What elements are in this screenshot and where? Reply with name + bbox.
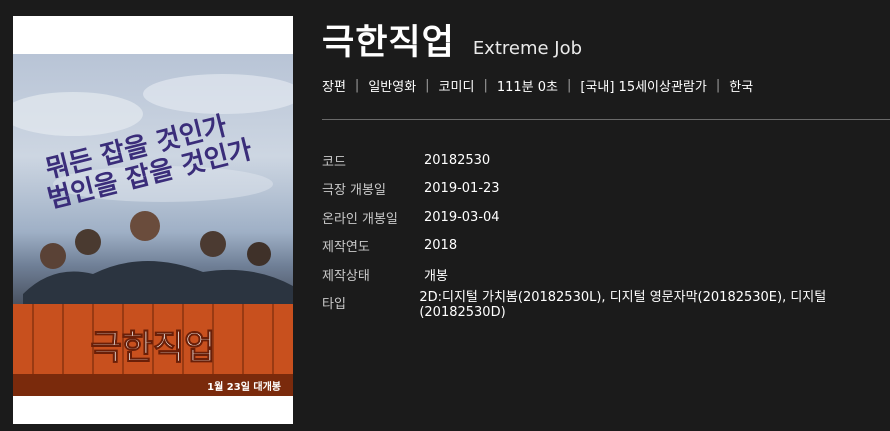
detail-value: 개봉 (424, 268, 448, 284)
detail-label: 타입 (322, 297, 346, 313)
detail-value: 2019-01-23 (424, 181, 500, 197)
movie-details: 코드 20182530 극장 개봉일 2019-01-23 온라인 개봉일 20… (322, 146, 890, 320)
detail-row-theater-release: 극장 개봉일 2019-01-23 (322, 175, 890, 204)
meta-genre: 코미디 (438, 80, 475, 95)
detail-row-online-release: 온라인 개봉일 2019-03-04 (322, 203, 890, 232)
detail-label: 제작연도 (322, 240, 370, 256)
movie-title-english: Extreme Job (472, 38, 583, 59)
detail-label: 제작상태 (322, 268, 370, 284)
detail-label: 극장 개봉일 (322, 183, 386, 199)
meta-country: 한국 (729, 80, 754, 95)
detail-row-production-status: 제작상태 개봉 (322, 260, 890, 289)
meta-separator: | (566, 78, 572, 93)
detail-value: 2018 (424, 238, 458, 254)
meta-separator: | (715, 78, 721, 93)
detail-value: 2D:디지털 가치봄(20182530L), 디지털 영문자막(20182530… (419, 289, 827, 320)
detail-row-code: 코드 20182530 (322, 146, 890, 175)
movie-meta: 장편 | 일반영화 | 코미디 | 111분 0초 | [국내] 15세이상관람… (322, 76, 753, 95)
detail-label: 온라인 개봉일 (322, 211, 398, 227)
detail-value: 20182530 (424, 152, 491, 168)
meta-format: 장편 (322, 80, 346, 95)
poster-frame: 뭐든 잡을 것인가 범인을 잡을 것인가 극한직업 1월 23일 대개봉 (13, 16, 293, 424)
detail-row-production-year: 제작연도 2018 (322, 232, 890, 261)
movie-poster[interactable]: 뭐든 잡을 것인가 범인을 잡을 것인가 극한직업 1월 23일 대개봉 (13, 54, 293, 396)
meta-category: 일반영화 (368, 80, 417, 95)
meta-separator: | (483, 78, 488, 93)
movie-title: 극한직업 (322, 23, 455, 63)
poster-release-text: 1월 23일 대개봉 (207, 380, 281, 393)
meta-separator: | (425, 78, 430, 93)
detail-label: 코드 (322, 154, 346, 170)
poster-cast (23, 211, 293, 316)
poster-logo: 극한직업 (90, 328, 215, 368)
title-row: 극한직업 Extreme Job (322, 14, 582, 64)
meta-rating: [국내] 15세이상관람가 (580, 80, 707, 95)
meta-separator: | (354, 78, 360, 93)
detail-row-type: 타입 2D:디지털 가치봄(20182530L), 디지털 영문자막(20182… (322, 289, 890, 320)
divider (322, 119, 890, 120)
detail-value: 2019-03-04 (424, 209, 500, 225)
poster-artwork: 뭐든 잡을 것인가 범인을 잡을 것인가 극한직업 1월 23일 대개봉 (13, 74, 293, 396)
meta-runtime: 111분 0초 (496, 80, 558, 95)
